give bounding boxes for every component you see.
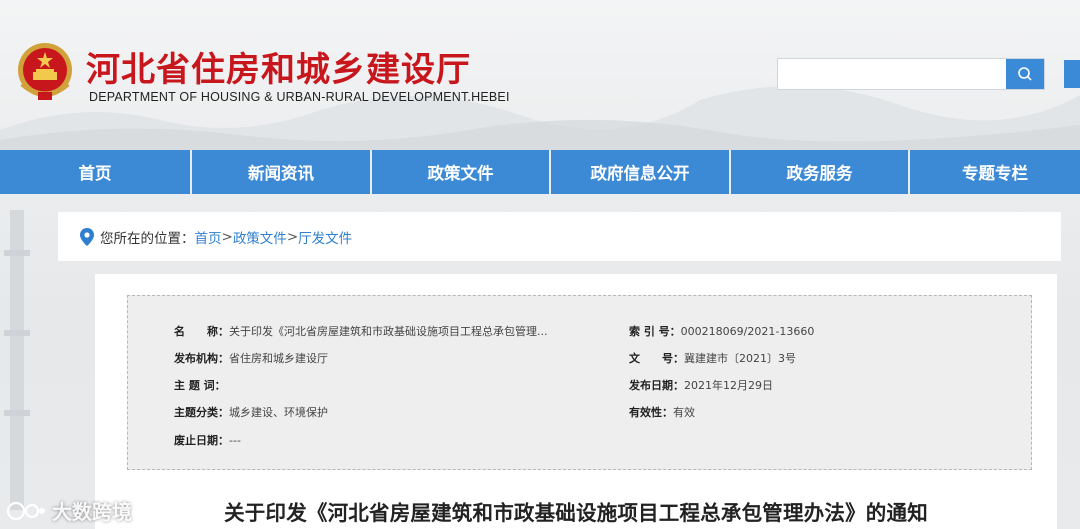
header-side-tab[interactable]	[1064, 60, 1080, 88]
watermark-logo-icon	[6, 501, 45, 520]
document-metadata: 名 称：关于印发《河北省房屋建筑和市政基础设施项目工程总承包管理... 索 引 …	[127, 295, 1032, 470]
meta-docno-row: 文 号：冀建建市〔2021〕3号	[629, 350, 796, 366]
meta-issuer-value: 省住房和城乡建设厅	[229, 352, 328, 365]
watermark: 大数跨境	[6, 496, 132, 525]
breadcrumb-separator: >	[286, 228, 299, 245]
breadcrumb-label: 您所在的位置：	[100, 230, 195, 247]
nav-item-home[interactable]: 首页	[0, 150, 192, 194]
document-content: 名 称：关于印发《河北省房屋建筑和市政基础设施项目工程总承包管理... 索 引 …	[95, 274, 1057, 529]
meta-date-row: 发布日期：2021年12月29日	[629, 377, 773, 393]
meta-name-row: 名 称：关于印发《河北省房屋建筑和市政基础设施项目工程总承包管理...	[174, 323, 548, 339]
meta-index-value: 000218069/2021-13660	[680, 325, 815, 338]
meta-index-key: 索 引 号：	[629, 325, 681, 338]
meta-expire-row: 废止日期：---	[174, 432, 241, 448]
meta-name-value: 关于印发《河北省房屋建筑和市政基础设施项目工程总承包管理...	[229, 325, 548, 338]
nav-item-gov-info[interactable]: 政府信息公开	[551, 150, 731, 194]
meta-category-key: 主题分类：	[174, 406, 229, 419]
meta-date-key: 发布日期：	[629, 379, 684, 392]
meta-category-value: 城乡建设、环境保护	[229, 406, 328, 419]
meta-validity-value: 有效	[673, 406, 695, 419]
breadcrumb-separator: >	[221, 228, 233, 245]
meta-expire-value: ---	[229, 434, 241, 447]
nav-item-topics[interactable]: 专题专栏	[910, 150, 1080, 194]
meta-expire-key: 废止日期：	[174, 434, 229, 447]
search-icon	[1018, 67, 1032, 81]
tower-decoration	[4, 210, 30, 510]
meta-validity-row: 有效性：有效	[629, 404, 695, 420]
meta-subject-row: 主 题 词：	[174, 377, 226, 393]
site-subtitle: DEPARTMENT OF HOUSING & URBAN-RURAL DEVE…	[89, 90, 510, 104]
meta-docno-key: 文 号：	[629, 352, 684, 365]
meta-date-value: 2021年12月29日	[684, 379, 773, 392]
location-pin-icon	[80, 227, 94, 246]
site-header: 河北省住房和城乡建设厅 DEPARTMENT OF HOUSING & URBA…	[0, 0, 1080, 150]
watermark-text: 大数跨境	[52, 500, 132, 524]
national-emblem-icon	[18, 43, 72, 100]
nav-item-policy[interactable]: 政策文件	[372, 150, 551, 194]
breadcrumb: 您所在的位置： 首页 > 政策文件 > 厅发文件	[58, 212, 1061, 261]
breadcrumb-dept-docs[interactable]: 厅发文件	[298, 227, 352, 247]
breadcrumb-policy[interactable]: 政策文件	[233, 227, 287, 247]
site-title: 河北省住房和城乡建设厅	[86, 50, 471, 90]
document-title: 关于印发《河北省房屋建筑和市政基础设施项目工程总承包管理办法》的通知	[224, 501, 928, 525]
meta-docno-value: 冀建建市〔2021〕3号	[684, 352, 796, 365]
breadcrumb-home[interactable]: 首页	[195, 227, 222, 247]
meta-validity-key: 有效性：	[629, 406, 673, 419]
meta-subject-key: 主 题 词：	[174, 379, 226, 392]
nav-item-services[interactable]: 政务服务	[731, 150, 910, 194]
meta-index-row: 索 引 号：000218069/2021-13660	[629, 323, 814, 339]
search-box	[777, 58, 1045, 90]
nav-item-news[interactable]: 新闻资讯	[192, 150, 372, 194]
meta-category-row: 主题分类：城乡建设、环境保护	[174, 404, 328, 420]
meta-issuer-key: 发布机构：	[174, 352, 229, 365]
main-nav: 首页 新闻资讯 政策文件 政府信息公开 政务服务 专题专栏	[0, 150, 1080, 194]
search-input[interactable]	[778, 59, 1006, 89]
search-button[interactable]	[1006, 59, 1044, 89]
meta-issuer-row: 发布机构：省住房和城乡建设厅	[174, 350, 328, 366]
meta-name-key: 名 称：	[174, 325, 229, 338]
